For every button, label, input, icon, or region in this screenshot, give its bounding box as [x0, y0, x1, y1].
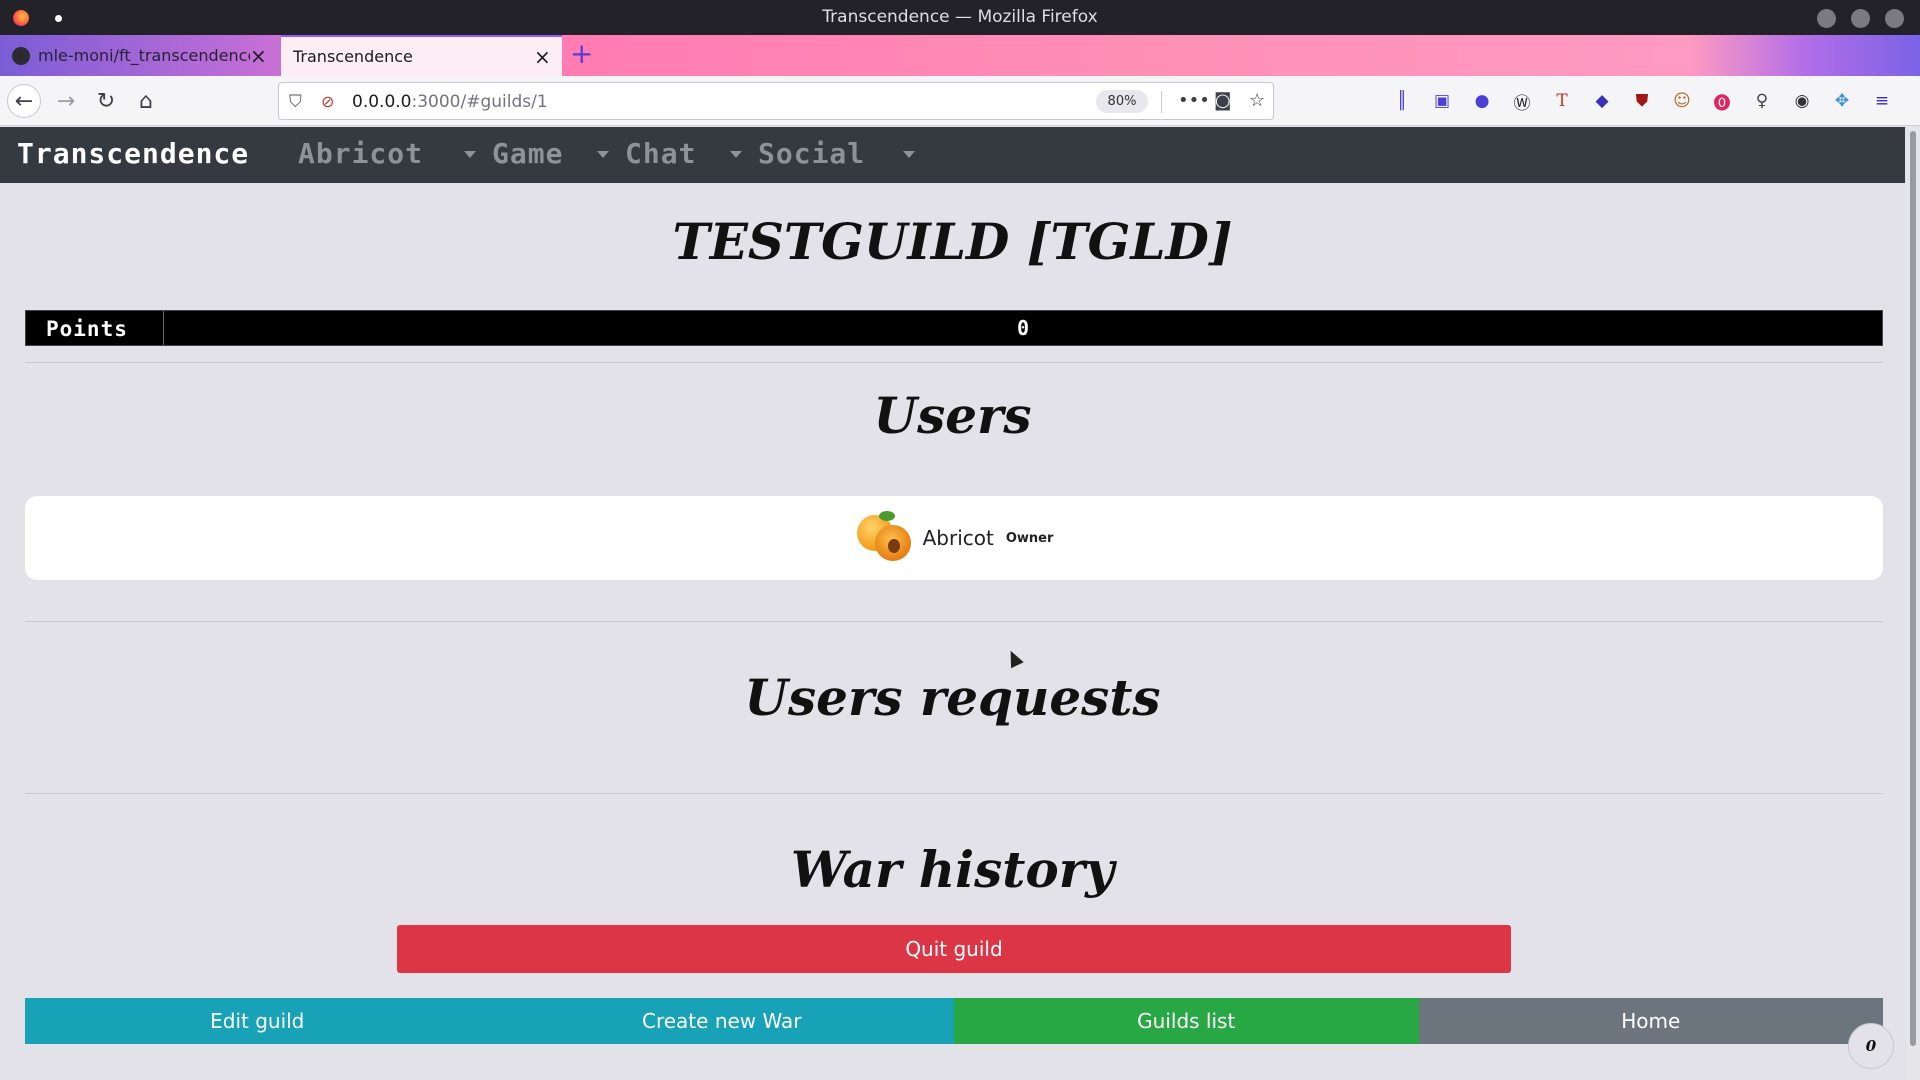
- member-row[interactable]: Abricot Owner: [25, 496, 1883, 580]
- maximize-window-button[interactable]: [1851, 9, 1870, 28]
- guilds-list-button[interactable]: Guilds list: [954, 998, 1419, 1044]
- new-tab-button[interactable]: +: [570, 40, 593, 68]
- member-card: Abricot Owner: [25, 496, 1883, 580]
- chevron-down-icon[interactable]: [903, 151, 915, 158]
- forward-button[interactable]: →: [49, 84, 83, 118]
- library-icon[interactable]: ║: [1390, 89, 1414, 113]
- browser-toolbar: ← → ↻ ⌂ ⛉ ⊘ 0.0.0.0:3000/#guilds/1 80% •…: [0, 76, 1920, 126]
- chevron-down-icon[interactable]: [597, 151, 609, 158]
- chevron-down-icon[interactable]: [464, 151, 476, 158]
- app-navbar: Transcendence Abricot Game Chat Social: [0, 127, 1905, 183]
- zoom-indicator[interactable]: 80%: [1096, 90, 1148, 113]
- home-button[interactable]: Home: [1418, 998, 1883, 1044]
- guild-title: TESTGUILD [TGLD]: [672, 212, 1233, 271]
- translate-icon[interactable]: T: [1550, 89, 1574, 113]
- divider: [25, 793, 1883, 794]
- close-tab-icon[interactable]: ×: [534, 47, 551, 67]
- points-value: 0: [1016, 316, 1030, 340]
- member-role-badge: Owner: [1005, 530, 1054, 546]
- window-title: Transcendence — Mozilla Firefox: [822, 7, 1098, 27]
- monkey-icon[interactable]: ☺: [1670, 89, 1694, 113]
- users-heading: Users: [873, 386, 1032, 445]
- tab-label: Transcendence: [293, 47, 413, 66]
- bookmark-star-icon[interactable]: ☆: [1249, 90, 1265, 111]
- sidebar-icon[interactable]: ▣: [1430, 89, 1454, 113]
- menu-chat[interactable]: Chat: [625, 137, 696, 170]
- bulb-icon[interactable]: ♀: [1750, 89, 1774, 113]
- extensions-icon[interactable]: ✥: [1830, 89, 1854, 113]
- reload-button[interactable]: ↻: [89, 84, 123, 118]
- address-bar[interactable]: ⛉ ⊘ 0.0.0.0:3000/#guilds/1 80% ••• ◙ ☆: [278, 82, 1274, 120]
- brand-link[interactable]: Transcendence: [17, 137, 249, 170]
- create-war-button[interactable]: Create new War: [489, 998, 954, 1044]
- notification-counter[interactable]: 0: [1848, 1023, 1894, 1069]
- scrollbar-thumb[interactable]: [1910, 131, 1916, 1046]
- tracking-shield-icon[interactable]: ⛉: [289, 92, 302, 112]
- github-icon: [12, 46, 30, 65]
- layers-icon[interactable]: ◆: [1590, 89, 1614, 113]
- quit-guild-button[interactable]: Quit guild: [397, 925, 1511, 973]
- member-name[interactable]: Abricot: [923, 526, 994, 550]
- divider: [25, 362, 1883, 363]
- page-scrollbar[interactable]: [1906, 127, 1920, 1080]
- divider: [25, 621, 1883, 622]
- page-actions-icon[interactable]: •••: [1178, 90, 1210, 111]
- menu-social[interactable]: Social: [758, 137, 865, 170]
- points-bar: Points 0: [25, 310, 1883, 346]
- apricot-avatar[interactable]: [855, 509, 913, 567]
- menu-game[interactable]: Game: [492, 137, 563, 170]
- users-requests-heading: Users requests: [744, 668, 1161, 727]
- menu-abricot[interactable]: Abricot: [298, 137, 423, 170]
- tab-github[interactable]: mle-moni/ft_transcendence ×: [0, 35, 278, 76]
- insecure-lock-icon[interactable]: ⊘: [321, 92, 334, 111]
- pinterest-icon[interactable]: ⓿: [1710, 89, 1734, 114]
- action-buttons: Edit guild Create new War Guilds list Ho…: [25, 998, 1883, 1044]
- toolbar-extensions: ║ ▣ ● Ⓦ T ◆ ⛊ ☺ ⓿ ♀ ◉ ✥ ≡: [1390, 89, 1894, 114]
- mouse-cursor-icon: [1004, 647, 1024, 669]
- points-label: Points: [26, 311, 164, 345]
- tab-label: mle-moni/ft_transcendence: [38, 46, 250, 65]
- ublock-icon[interactable]: ⛊: [1630, 89, 1654, 113]
- back-button[interactable]: ←: [7, 84, 41, 118]
- wikipedia-icon[interactable]: Ⓦ: [1510, 89, 1534, 114]
- minimize-window-button[interactable]: [1817, 9, 1836, 28]
- account-icon[interactable]: ●: [1470, 89, 1494, 113]
- tab-strip: mle-moni/ft_transcendence × Transcendenc…: [0, 35, 1920, 76]
- dark-mode-icon[interactable]: ◉: [1790, 89, 1814, 113]
- war-history-heading: War history: [790, 840, 1115, 899]
- edit-guild-button[interactable]: Edit guild: [25, 998, 490, 1044]
- close-tab-icon[interactable]: ×: [250, 46, 267, 66]
- url-text[interactable]: 0.0.0.0:3000/#guilds/1: [352, 92, 548, 112]
- pocket-icon[interactable]: ◙: [1214, 90, 1231, 111]
- tab-transcendence[interactable]: Transcendence ×: [281, 35, 562, 76]
- urlbar-separator: [1161, 91, 1162, 113]
- home-button[interactable]: ⌂: [129, 84, 163, 118]
- chevron-down-icon[interactable]: [730, 151, 742, 158]
- menu-icon[interactable]: ≡: [1870, 89, 1894, 113]
- close-window-button[interactable]: [1885, 9, 1904, 28]
- window-titlebar: Transcendence — Mozilla Firefox: [0, 0, 1920, 35]
